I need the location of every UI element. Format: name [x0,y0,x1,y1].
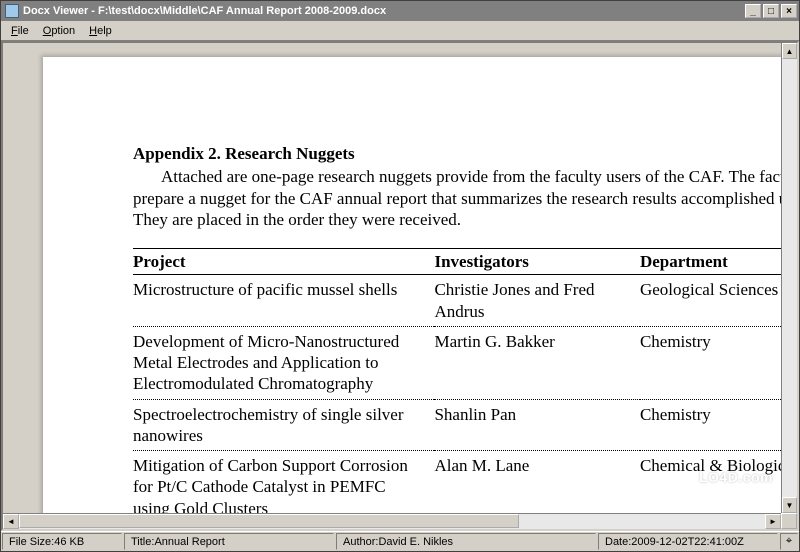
table-row: Spectroelectrochemistry of single silver… [133,399,781,451]
status-author: Author: David E. Nikles [336,533,596,550]
cell-department: Chemistry [640,326,781,399]
filesize-label: File Size: [9,536,54,548]
hscroll-thumb[interactable] [19,514,519,528]
table-row: Mitigation of Carbon Support Corrosion f… [133,451,781,514]
scroll-left-button[interactable]: ◄ [3,514,19,529]
table-row: Development of Micro-Nanostructured Meta… [133,326,781,399]
main-window: Docx Viewer - F:\test\docx\Middle\CAF An… [0,0,800,552]
col-department: Department [640,249,781,275]
scroll-up-button[interactable]: ▲ [782,43,797,59]
watermark: LO4D.com [699,469,773,485]
client-area: Appendix 2. Research Nuggets Attached ar… [1,41,799,531]
title-label: Title: [131,536,154,548]
menu-help-rest: elp [97,25,112,37]
status-corner-icon: ⌖ [780,533,798,550]
author-label: Author: [343,536,378,548]
close-button[interactable]: × [781,4,797,18]
col-project: Project [133,249,434,275]
app-icon [5,4,19,18]
size-grip[interactable] [781,513,797,529]
cell-department: Chemistry [640,399,781,451]
window-controls: _ □ × [745,4,799,18]
vertical-scrollbar[interactable]: ▲ ▼ [781,43,797,513]
horizontal-scrollbar[interactable]: ◄ ► [3,513,781,529]
titlebar-left: Docx Viewer - F:\test\docx\Middle\CAF An… [5,4,386,18]
status-date: Date: 2009-12-02T22:41:00Z [598,533,778,550]
cell-investigators: Christie Jones and Fred Andrus [434,275,640,327]
cell-investigators: Shanlin Pan [434,399,640,451]
status-filesize: File Size: 46 KB [2,533,122,550]
date-label: Date: [605,536,631,548]
horizontal-scrollbar-row: ◄ ► [3,513,797,529]
author-value: David E. Nikles [378,536,453,548]
cell-investigators: Alan M. Lane [434,451,640,514]
col-investigators: Investigators [434,249,640,275]
titlebar: Docx Viewer - F:\test\docx\Middle\CAF An… [1,1,799,21]
document-page: Appendix 2. Research Nuggets Attached ar… [43,57,781,513]
statusbar: File Size: 46 KB Title: Annual Report Au… [1,531,799,551]
cell-project: Spectroelectrochemistry of single silver… [133,399,434,451]
minimize-button[interactable]: _ [745,4,761,18]
menubar: File Option Help [1,21,799,41]
document-viewport-row: Appendix 2. Research Nuggets Attached ar… [3,43,797,513]
page-heading: Appendix 2. Research Nuggets [133,143,781,164]
filesize-value: 46 KB [54,536,84,548]
menu-option-rest: ption [51,25,75,37]
research-table: Project Investigators Department Microst… [133,248,781,513]
table-header-row: Project Investigators Department [133,249,781,275]
scroll-down-button[interactable]: ▼ [782,497,797,513]
title-value: Annual Report [154,536,224,548]
cell-project: Development of Micro-Nanostructured Meta… [133,326,434,399]
menu-option[interactable]: Option [37,23,81,39]
window-title: Docx Viewer - F:\test\docx\Middle\CAF An… [23,5,386,17]
cell-investigators: Martin G. Bakker [434,326,640,399]
cell-department: Geological Sciences [640,275,781,327]
hscroll-track[interactable] [19,514,765,529]
intro-paragraph: Attached are one-page research nuggets p… [133,166,781,230]
date-value: 2009-12-02T22:41:00Z [631,536,744,548]
status-title: Title: Annual Report [124,533,334,550]
menu-help[interactable]: Help [83,23,118,39]
menu-file[interactable]: File [5,23,35,39]
vscroll-track[interactable] [782,59,797,497]
document-viewport[interactable]: Appendix 2. Research Nuggets Attached ar… [3,43,781,513]
maximize-button[interactable]: □ [763,4,779,18]
cell-project: Mitigation of Carbon Support Corrosion f… [133,451,434,514]
cell-project: Microstructure of pacific mussel shells [133,275,434,327]
table-row: Microstructure of pacific mussel shellsC… [133,275,781,327]
menu-file-rest: ile [18,25,29,37]
scroll-right-button[interactable]: ► [765,514,781,529]
